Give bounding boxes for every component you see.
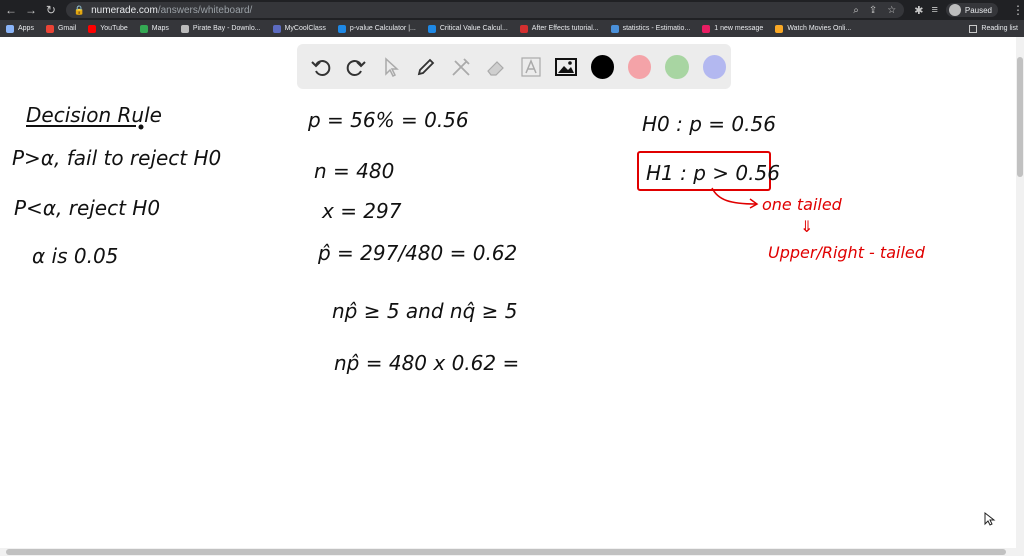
phat-line: p̂ = 297/480 = 0.62 bbox=[317, 241, 517, 265]
image-icon bbox=[555, 57, 578, 76]
whiteboard-toolbar bbox=[297, 44, 731, 89]
undo-icon bbox=[310, 59, 330, 76]
image-button[interactable] bbox=[551, 51, 582, 83]
rule-line-3: α is 0.05 bbox=[32, 244, 118, 268]
redo-button[interactable] bbox=[340, 51, 371, 83]
tools-button[interactable] bbox=[445, 51, 476, 83]
horizontal-scroll-thumb[interactable] bbox=[6, 549, 1006, 555]
pointer-icon bbox=[384, 56, 399, 77]
text-button[interactable] bbox=[516, 51, 547, 83]
np-line: np̂ = 480 x 0.62 = bbox=[334, 351, 519, 375]
text-icon bbox=[521, 56, 541, 77]
successes-line: x = 297 bbox=[321, 199, 402, 223]
null-hypothesis: H0 : p = 0.56 bbox=[642, 112, 776, 136]
vertical-scroll-thumb[interactable] bbox=[1017, 57, 1023, 177]
proportion-line: p = 56% = 0.56 bbox=[307, 108, 469, 132]
vertical-scrollbar[interactable] bbox=[1016, 37, 1024, 548]
alt-hypothesis: H1 : p > 0.56 bbox=[646, 161, 780, 185]
color-swatch-green[interactable] bbox=[665, 54, 689, 79]
pointer-button[interactable] bbox=[375, 51, 406, 83]
cursor-icon bbox=[984, 511, 996, 526]
rule-line-1: P>α, fail to reject H0 bbox=[12, 146, 221, 170]
undo-button[interactable] bbox=[305, 51, 336, 83]
pen-button[interactable] bbox=[410, 51, 441, 83]
decision-rule-title: Decision Rule bbox=[26, 103, 162, 127]
color-swatch-lavender[interactable] bbox=[702, 54, 726, 79]
rule-line-2: P<α, reject H0 bbox=[14, 196, 160, 220]
color-swatch-pink[interactable] bbox=[628, 54, 652, 79]
pen-icon bbox=[417, 58, 435, 75]
eraser-button[interactable] bbox=[480, 51, 511, 83]
sample-size-line: n = 480 bbox=[314, 159, 394, 183]
one-tailed-note: one tailed bbox=[762, 195, 843, 214]
color-swatch-black[interactable] bbox=[590, 54, 615, 79]
condition-line: np̂ ≥ 5 and nq̂ ≥ 5 bbox=[332, 299, 517, 323]
title-dot bbox=[138, 124, 144, 130]
tools-icon bbox=[452, 57, 470, 76]
eraser-icon bbox=[487, 60, 504, 76]
tail-note: Upper/Right - tailed bbox=[768, 243, 926, 262]
horizontal-scrollbar[interactable] bbox=[0, 548, 1024, 556]
redo-icon bbox=[346, 59, 366, 76]
down-arrow: ⇓ bbox=[800, 217, 813, 236]
